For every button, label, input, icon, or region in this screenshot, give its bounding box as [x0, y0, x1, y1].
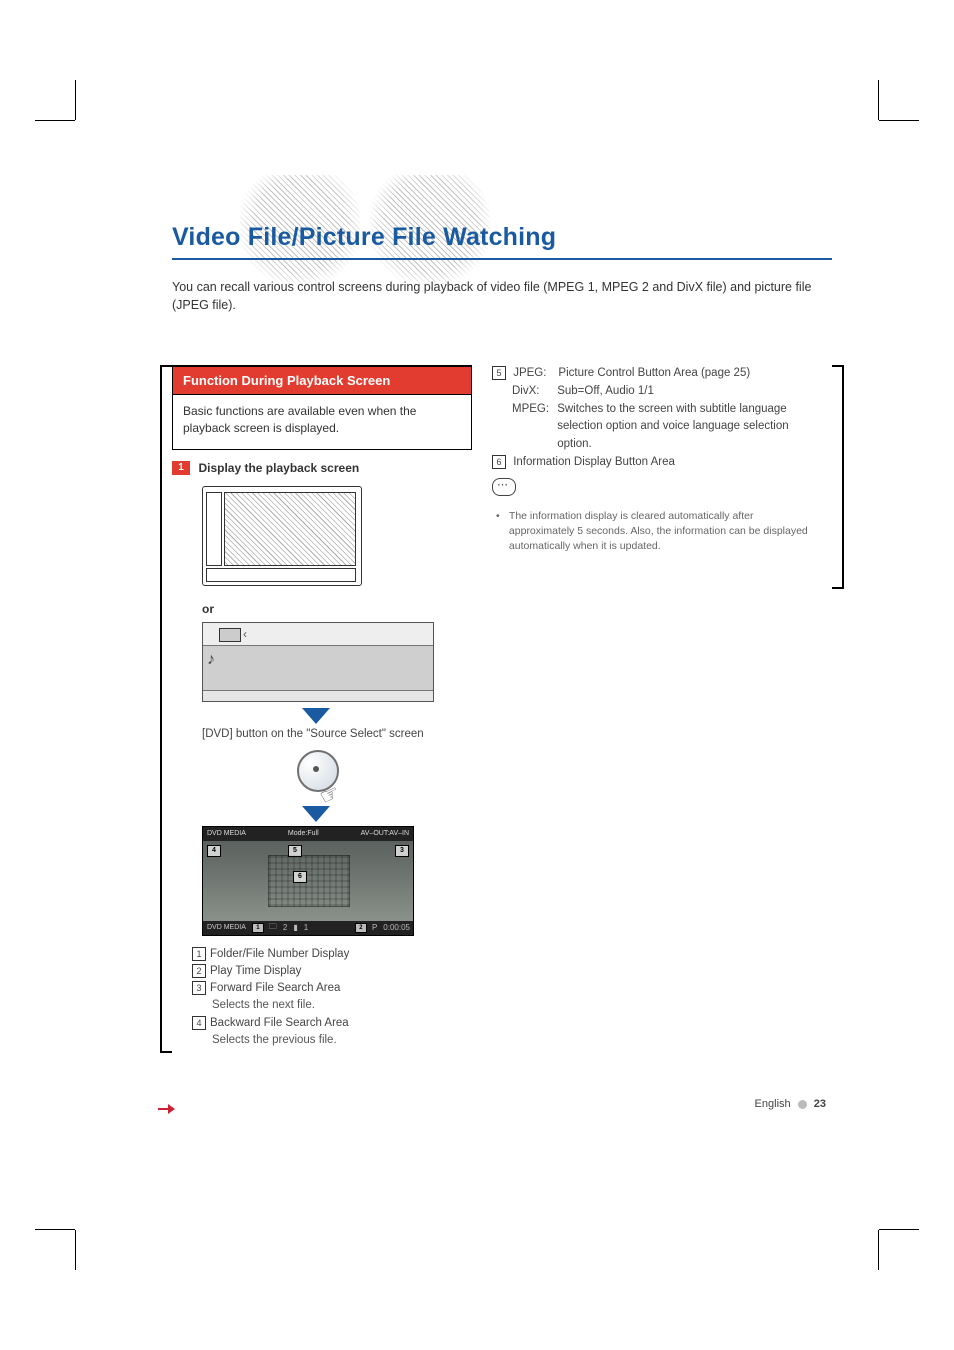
section-body: Basic functions are available even when … [172, 395, 472, 450]
note-icon [492, 478, 516, 496]
callout-1: 1 [252, 923, 264, 933]
dvd-top-left: DVD MEDIA [203, 830, 250, 837]
folder-icon: 🗀 [266, 921, 280, 935]
bracket-left [160, 365, 172, 1053]
label-jpeg: JPEG: [513, 365, 555, 383]
legend-6: Information Display Button Area [513, 456, 675, 468]
left-column: Function During Playback Screen Basic fu… [172, 365, 472, 1049]
footer-page-number: 23 [814, 1098, 826, 1110]
legend-4-sub: Selects the previous file. [212, 1032, 472, 1049]
play-icon: P [369, 923, 380, 932]
section-heading: Function During Playback Screen [172, 365, 472, 395]
file-icon: ▮ [290, 923, 300, 932]
crop-mark [75, 1170, 135, 1230]
dvd-top-mid: Mode:Full [284, 830, 323, 837]
bullet-icon: • [496, 509, 506, 524]
dvd-bot-left: DVD MEDIA [203, 924, 250, 931]
legend-3-sub: Selects the next file. [212, 997, 472, 1014]
dvd-top-right: AV–OUT:AV–IN [357, 830, 413, 837]
num-box: 6 [492, 455, 506, 469]
step-1: 1 Display the playback screen [172, 460, 472, 478]
callout-2: 2 [355, 923, 367, 933]
legend-3: Forward File Search Area [210, 982, 340, 994]
num-box: 2 [192, 964, 206, 978]
crop-mark [75, 120, 135, 180]
note-text: The information display is cleared autom… [509, 509, 809, 555]
dvd-playback-screen: DVD MEDIA Mode:Full AV–OUT:AV–IN 4 5 6 3… [202, 826, 414, 936]
source-select-bar: ‹ ♪ [202, 622, 434, 702]
dvd-button-illustration: ☞ [292, 750, 342, 800]
file-number: 1 [301, 923, 311, 932]
page-title: Video File/Picture File Watching [172, 223, 556, 252]
callout-5: 5 [288, 845, 302, 857]
legend-5-divx: Sub=Off, Audio 1/1 [557, 385, 654, 397]
legend-2: Play Time Display [210, 965, 301, 977]
title-underline [172, 258, 832, 260]
source-select-caption: [DVD] button on the "Source Select" scre… [202, 728, 472, 740]
footer-dot-icon [798, 1100, 807, 1109]
legend-4: Backward File Search Area [210, 1017, 349, 1029]
callout-6: 6 [293, 871, 307, 883]
step-number-badge: 1 [172, 461, 190, 475]
num-box: 4 [192, 1016, 206, 1030]
music-icon: ♪ [207, 651, 215, 669]
right-column: 5 JPEG: Picture Control Button Area (pag… [492, 365, 832, 1049]
legend-left: 1 Folder/File Number Display 2 Play Time D… [192, 946, 472, 1050]
intro-text: You can recall various control screens d… [172, 278, 824, 314]
bracket-right [832, 365, 844, 589]
callout-3: 3 [395, 845, 409, 857]
crop-mark [819, 120, 879, 180]
legend-5-mpeg: Switches to the screen with subtitle lan… [557, 401, 807, 454]
label-mpeg: MPEG: [512, 401, 554, 419]
continuation-arrow-icon [158, 1102, 178, 1118]
footer-language: English [755, 1098, 791, 1110]
legend-1: Folder/File Number Display [210, 948, 349, 960]
crop-mark [819, 1170, 879, 1230]
down-arrow-icon [302, 708, 330, 724]
scr-badge-icon [219, 628, 241, 642]
or-label: or [202, 602, 472, 616]
num-box: 5 [492, 366, 506, 380]
num-box: 3 [192, 981, 206, 995]
folder-number: 2 [280, 923, 290, 932]
device-illustration [202, 486, 362, 586]
page-footer: English 23 [755, 1098, 826, 1110]
num-box: 1 [192, 947, 206, 961]
label-divx: DivX: [512, 383, 554, 401]
play-time: 0:00:05 [380, 923, 413, 932]
step-label: Display the playback screen [198, 461, 359, 475]
legend-5-jpeg: Picture Control Button Area (page 25) [558, 367, 750, 379]
callout-4: 4 [207, 845, 221, 857]
chevron-icon: ‹ [243, 627, 247, 641]
